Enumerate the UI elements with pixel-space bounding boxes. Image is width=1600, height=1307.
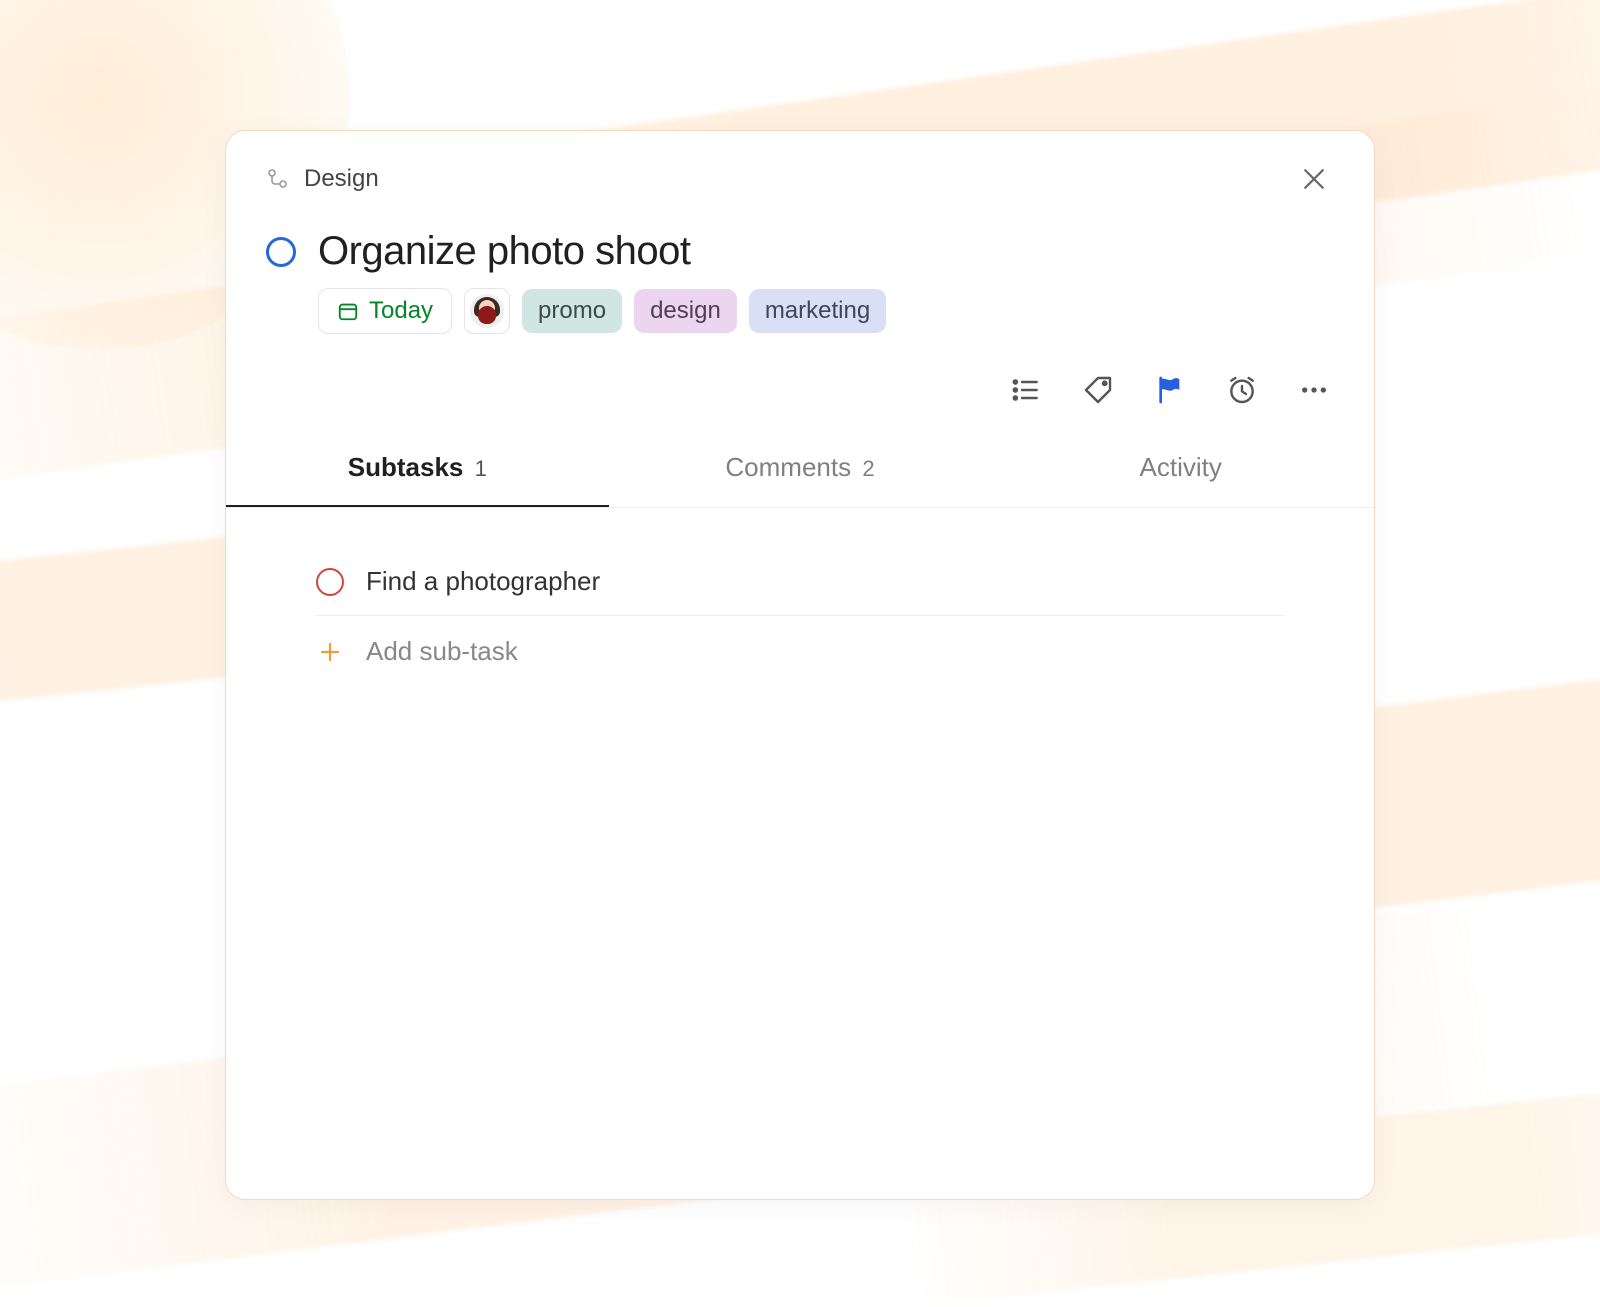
tab-subtasks[interactable]: Subtasks 1 bbox=[226, 452, 609, 507]
add-subtask-label: Add sub-task bbox=[366, 636, 518, 667]
tag-design[interactable]: design bbox=[634, 289, 737, 333]
plus-icon bbox=[316, 638, 344, 666]
tag-label: promo bbox=[538, 297, 606, 325]
task-title[interactable]: Organize photo shoot bbox=[318, 229, 690, 274]
assignee-chip[interactable] bbox=[464, 288, 510, 334]
subtask-title: Find a photographer bbox=[366, 566, 600, 597]
tag-marketing[interactable]: marketing bbox=[749, 289, 886, 333]
tag-icon bbox=[1082, 374, 1114, 406]
tag-label: design bbox=[650, 297, 721, 325]
avatar bbox=[470, 294, 504, 328]
tab-count: 2 bbox=[862, 456, 874, 481]
task-detail-card: Design Organize photo shoot Today promo bbox=[225, 130, 1375, 1200]
task-meta-row: Today promo design marketing bbox=[226, 274, 1374, 334]
flag-icon bbox=[1154, 374, 1186, 406]
tab-label: Comments bbox=[725, 452, 851, 482]
more-icon bbox=[1298, 374, 1330, 406]
breadcrumb-project: Design bbox=[304, 165, 379, 193]
subtasks-panel: Find a photographer Add sub-task bbox=[226, 508, 1374, 687]
tab-label: Subtasks bbox=[348, 452, 464, 482]
tab-count: 1 bbox=[475, 456, 487, 481]
priority-button[interactable] bbox=[1152, 372, 1188, 408]
subtask-tree-icon bbox=[266, 167, 290, 191]
alarm-clock-icon bbox=[1226, 374, 1258, 406]
tab-comments[interactable]: Comments 2 bbox=[609, 452, 992, 507]
due-date-label: Today bbox=[369, 297, 433, 325]
calendar-icon bbox=[337, 300, 359, 322]
subtasks-button[interactable] bbox=[1008, 372, 1044, 408]
tag-label: marketing bbox=[765, 297, 870, 325]
tab-activity[interactable]: Activity bbox=[991, 452, 1374, 507]
tabs: Subtasks 1 Comments 2 Activity bbox=[226, 452, 1374, 508]
tag-promo[interactable]: promo bbox=[522, 289, 622, 333]
task-actions-row bbox=[226, 334, 1374, 408]
add-subtask-button[interactable]: Add sub-task bbox=[316, 616, 1284, 687]
tab-label: Activity bbox=[1140, 452, 1222, 482]
subtask-row[interactable]: Find a photographer bbox=[316, 548, 1284, 616]
breadcrumb[interactable]: Design bbox=[266, 165, 379, 193]
subtask-checkbox[interactable] bbox=[316, 568, 344, 596]
task-complete-checkbox[interactable] bbox=[266, 237, 296, 267]
task-title-row: Organize photo shoot bbox=[226, 199, 1374, 274]
due-date-chip[interactable]: Today bbox=[318, 288, 452, 334]
close-button[interactable] bbox=[1294, 159, 1334, 199]
more-button[interactable] bbox=[1296, 372, 1332, 408]
reminder-button[interactable] bbox=[1224, 372, 1260, 408]
breadcrumb-row: Design bbox=[226, 131, 1374, 199]
list-icon bbox=[1010, 374, 1042, 406]
labels-button[interactable] bbox=[1080, 372, 1116, 408]
